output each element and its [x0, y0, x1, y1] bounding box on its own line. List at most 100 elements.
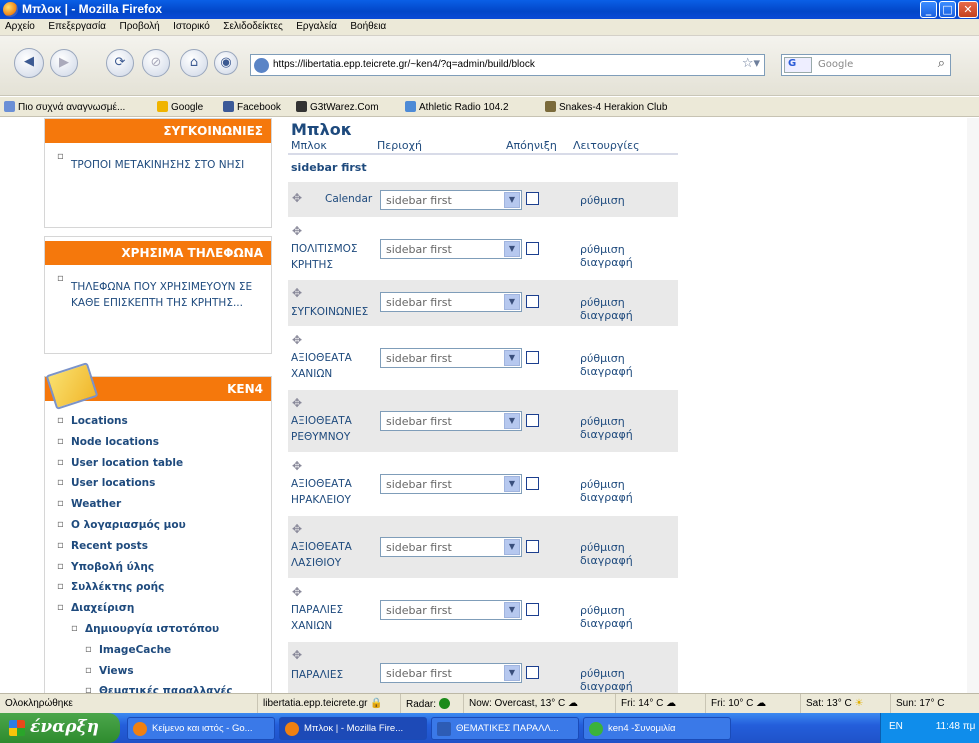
sidebar-item-views[interactable]: Views	[85, 661, 271, 682]
region-select[interactable]: sidebar first ▼	[380, 663, 522, 683]
region-select[interactable]: sidebar first ▼	[380, 348, 522, 368]
stop-button[interactable]: ⊘	[142, 49, 170, 77]
close-button[interactable]: ✕	[958, 1, 978, 18]
start-button[interactable]: έναρξη	[0, 713, 120, 743]
weather-now[interactable]: Now: Overcast, 13° C ☁	[463, 694, 583, 714]
menu-history[interactable]: Ιστορικό	[168, 19, 215, 32]
taskbar-item-active[interactable]: Μπλοκ | - Mozilla Fire...	[279, 717, 427, 740]
operations-links[interactable]: ρύθμιση	[580, 194, 625, 207]
drag-handle-icon[interactable]: ✥	[292, 224, 302, 238]
region-select[interactable]: sidebar first ▼	[380, 190, 522, 210]
drag-handle-icon[interactable]: ✥	[292, 648, 302, 662]
drag-handle-icon[interactable]: ✥	[292, 191, 302, 205]
menu-file[interactable]: Αρχείο	[0, 19, 40, 32]
region-select[interactable]: sidebar first ▼	[380, 292, 522, 312]
taskbar-item[interactable]: ken4 -Συνομιλία	[583, 717, 731, 740]
operations-links[interactable]: ρύθμιση διαγραφή	[580, 667, 678, 693]
block-name-link[interactable]: ΣΥΓΚΟΙΝΩΝΙΕΣ	[291, 304, 368, 320]
clock[interactable]: 11:48 πμ	[936, 721, 976, 732]
column-header-block[interactable]: Μπλοκ	[291, 139, 327, 152]
sidebar-item-submit-content[interactable]: Υποβολή ύλης	[57, 557, 271, 578]
bookmark-g3twarez[interactable]: G3tWarez.Com	[296, 101, 379, 113]
throttle-checkbox[interactable]	[526, 414, 539, 427]
sidebar-item-user-locations[interactable]: User locations	[57, 473, 271, 494]
column-header-region[interactable]: Περιοχή	[377, 139, 422, 152]
bookmark-star-icon[interactable]: ☆▾	[742, 56, 760, 71]
operations-links[interactable]: ρύθμιση διαγραφή	[580, 415, 678, 441]
block-name-link[interactable]: ΑΞΙΟΘΕΑΤΑ ΡΕΘΥΜΝΟΥ	[291, 413, 376, 445]
bookmark-google[interactable]: Google	[157, 101, 203, 113]
list-item[interactable]: ΤΡΟΠΟΙ ΜΕΤΑΚΙΝΗΣΗΣ ΣΤΟ ΝΗΣΙ	[57, 149, 271, 173]
throttle-checkbox[interactable]	[526, 295, 539, 308]
home-button[interactable]: ⌂	[180, 49, 208, 77]
throttle-checkbox[interactable]	[526, 540, 539, 553]
drag-handle-icon[interactable]: ✥	[292, 585, 302, 599]
sidebar-item-feed-aggregator[interactable]: Συλλέκτης ροής	[57, 577, 271, 598]
operations-links[interactable]: ρύθμιση διαγραφή	[580, 478, 678, 504]
drag-handle-icon[interactable]: ✥	[292, 459, 302, 473]
throttle-checkbox[interactable]	[526, 603, 539, 616]
list-item[interactable]: ΤΗΛΕΦΩΝΑ ΠΟΥ ΧΡΗΣΙΜΕΥΟΥΝ ΣΕ ΚΑΘΕ ΕΠΙΣΚΕΠ…	[57, 271, 271, 311]
operations-links[interactable]: ρύθμιση διαγραφή	[580, 352, 678, 378]
sidebar-item-recent-posts[interactable]: Recent posts	[57, 536, 271, 557]
block-name-link[interactable]: ΠΑΡΑΛΙΕΣ	[291, 667, 343, 683]
sidebar-item-my-account[interactable]: Ο λογαριασμός μου	[57, 515, 271, 536]
bookmark-facebook[interactable]: Facebook	[223, 101, 281, 113]
throttle-checkbox[interactable]	[526, 666, 539, 679]
sidebar-item-themes[interactable]: Θεματικές παραλλαγές	[85, 681, 271, 693]
operations-links[interactable]: ρύθμιση διαγραφή	[580, 243, 678, 269]
search-box[interactable]: G Google ⌕	[781, 54, 951, 76]
sidebar-item-imagecache[interactable]: ImageCache	[85, 640, 271, 661]
sidebar-item-user-location-table[interactable]: User location table	[57, 453, 271, 474]
weather-forecast-1[interactable]: Fri: 14° C ☁	[615, 694, 681, 714]
menu-edit[interactable]: Επεξεργασία	[43, 19, 111, 32]
maximize-button[interactable]: □	[939, 1, 956, 18]
region-select[interactable]: sidebar first ▼	[380, 474, 522, 494]
throttle-checkbox[interactable]	[526, 351, 539, 364]
throttle-checkbox[interactable]	[526, 192, 539, 205]
throttle-checkbox[interactable]	[526, 477, 539, 490]
region-select[interactable]: sidebar first ▼	[380, 411, 522, 431]
operations-links[interactable]: ρύθμιση διαγραφή	[580, 541, 678, 567]
minimize-button[interactable]: _	[920, 1, 937, 18]
drag-handle-icon[interactable]: ✥	[292, 522, 302, 536]
menu-bookmarks[interactable]: Σελιδοδείκτες	[218, 19, 287, 32]
weather-forecast-4[interactable]: Sun: 17° C	[890, 694, 949, 714]
taskbar-item[interactable]: ΘΕΜΑΤΙΚΕΣ ΠΑΡΑΛΛ...	[431, 717, 579, 740]
identity-icon[interactable]: ◉	[214, 51, 238, 75]
drag-handle-icon[interactable]: ✥	[292, 286, 302, 300]
column-header-throttle[interactable]: Απόηνιξη	[506, 139, 557, 152]
block-name-link[interactable]: ΠΑΡΑΛΙΕΣ ΧΑΝΙΩΝ	[291, 602, 376, 634]
region-select[interactable]: sidebar first ▼	[380, 600, 522, 620]
column-header-operations[interactable]: Λειτουργίες	[573, 139, 640, 152]
menu-view[interactable]: Προβολή	[114, 19, 164, 32]
region-select[interactable]: sidebar first ▼	[380, 537, 522, 557]
scrollbar[interactable]	[967, 118, 979, 693]
sidebar-item-node-locations[interactable]: Node locations	[57, 432, 271, 453]
menu-help[interactable]: Βοήθεια	[345, 19, 391, 32]
block-name-link[interactable]: ΑΞΙΟΘΕΑΤΑ ΛΑΣΙΘΙΟΥ	[291, 539, 376, 571]
language-indicator[interactable]: EN	[889, 721, 903, 732]
reload-button[interactable]: ⟳	[106, 49, 134, 77]
back-button[interactable]: ◀	[14, 48, 44, 78]
sidebar-item-weather[interactable]: Weather	[57, 494, 271, 515]
search-icon[interactable]: ⌕	[938, 56, 945, 71]
drag-handle-icon[interactable]: ✥	[292, 333, 302, 347]
sidebar-item-locations[interactable]: Locations	[57, 411, 271, 432]
bookmark-snakes[interactable]: Snakes-4 Herakion Club	[545, 101, 667, 113]
radar-status[interactable]: Radar:	[400, 694, 455, 714]
block-name-link[interactable]: ΑΞΙΟΘΕΑΤΑ ΗΡΑΚΛΕΙΟΥ	[291, 476, 376, 508]
weather-forecast-3[interactable]: Sat: 13° C ☀	[800, 694, 868, 714]
weather-forecast-2[interactable]: Fri: 10° C ☁	[705, 694, 771, 714]
forward-button[interactable]: ▶	[50, 49, 78, 77]
bookmark-most-visited[interactable]: Πιο συχνά αναγνωσμέ...	[4, 101, 125, 113]
sidebar-item-administer[interactable]: Διαχείριση	[57, 598, 271, 619]
operations-links[interactable]: ρύθμιση διαγραφή	[580, 296, 678, 322]
bookmark-athletic-radio[interactable]: Athletic Radio 104.2	[405, 101, 509, 113]
block-name-link[interactable]: ΠΟΛΙΤΙΣΜΟΣ ΚΡΗΤΗΣ	[291, 241, 376, 273]
sidebar-item-site-building[interactable]: Δημιουργία ιστοτόπου	[71, 619, 271, 640]
throttle-checkbox[interactable]	[526, 242, 539, 255]
block-name-link[interactable]: Calendar	[325, 191, 372, 207]
region-select[interactable]: sidebar first ▼	[380, 239, 522, 259]
taskbar-item[interactable]: Κείμενο και ιστός - Go...	[127, 717, 275, 740]
